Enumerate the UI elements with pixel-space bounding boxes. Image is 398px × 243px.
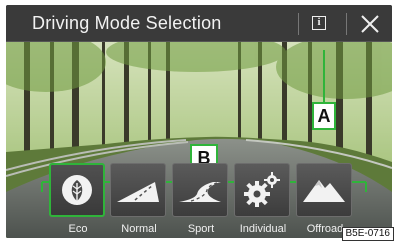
info-icon: i	[312, 16, 326, 30]
mountain-icon	[303, 180, 345, 202]
gears-icon	[244, 172, 280, 207]
mode-offroad-button[interactable]: Offroad	[296, 163, 354, 235]
title-bar: Driving Mode Selection i	[6, 5, 392, 42]
close-icon	[361, 15, 379, 33]
header-divider	[346, 13, 347, 35]
mode-sport-tile[interactable]	[172, 163, 228, 217]
infotainment-screen: Driving Mode Selection i A B Eco Normal …	[6, 5, 392, 238]
curved-road-icon	[179, 182, 221, 202]
mode-sport-button[interactable]: Sport	[172, 163, 230, 235]
mode-individual-button[interactable]: Individual	[234, 163, 292, 235]
figure-reference: B5E-0716	[341, 227, 394, 241]
mode-normal-tile[interactable]	[110, 163, 166, 217]
mode-offroad-tile[interactable]	[296, 163, 352, 217]
close-button[interactable]	[356, 10, 384, 38]
mode-eco-button[interactable]: Eco	[49, 163, 107, 235]
mode-individual-tile[interactable]	[234, 163, 290, 217]
mode-normal-button[interactable]: Normal	[110, 163, 168, 235]
leaf-icon	[62, 175, 92, 205]
header-divider	[298, 13, 299, 35]
road-icon	[117, 182, 159, 202]
page-title: Driving Mode Selection	[32, 13, 222, 33]
info-button[interactable]: i	[306, 10, 334, 38]
driving-mode-bar: Eco Normal Sport Individual Offroad	[6, 155, 392, 238]
mode-eco-tile[interactable]	[49, 163, 105, 217]
